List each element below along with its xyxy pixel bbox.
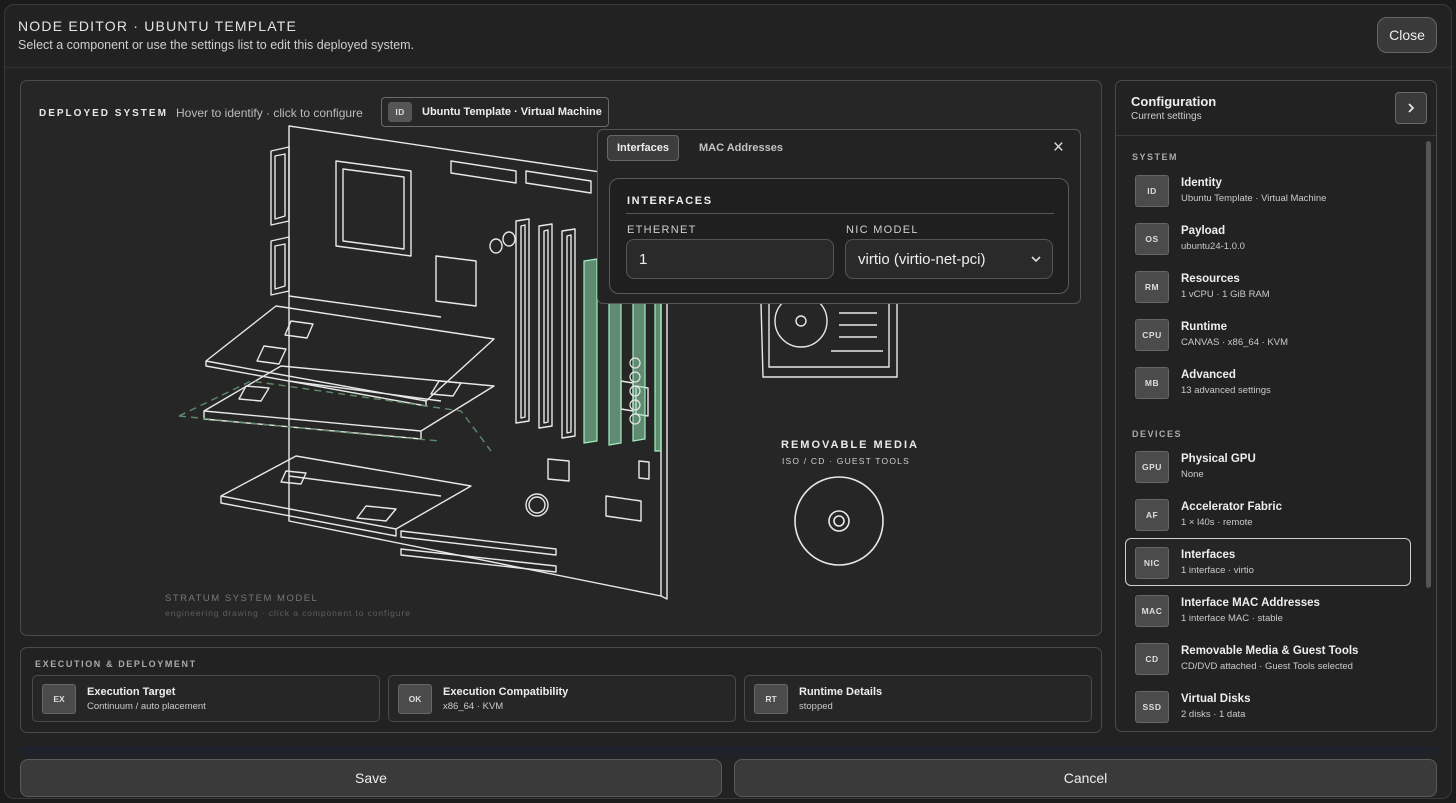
item-tag: RM <box>1135 271 1169 303</box>
card-summary: stopped <box>799 701 833 712</box>
item-summary: 2 disks · 1 data <box>1181 709 1246 720</box>
section-divider <box>626 213 1054 214</box>
serial-port-icon <box>270 146 290 226</box>
close-icon[interactable]: × <box>1053 138 1064 158</box>
item-summary: None <box>1181 469 1204 480</box>
chevron-right-icon <box>1408 103 1415 113</box>
item-tag: CD <box>1135 643 1169 675</box>
nic-model-value: virtio (virtio-net-pci) <box>858 250 986 268</box>
execution-deployment-panel: EXECUTION & DEPLOYMENT EX Execution Targ… <box>20 647 1102 733</box>
item-title: Payload <box>1181 225 1226 237</box>
card-title: Execution Target <box>87 686 176 698</box>
item-summary: 1 vCPU · 1 GiB RAM <box>1181 289 1270 300</box>
item-title: Resources <box>1181 273 1240 285</box>
item-tag: CPU <box>1135 319 1169 351</box>
item-tag: ID <box>1135 175 1169 207</box>
nic-component-highlight <box>583 258 598 444</box>
nic-model-label: NIC MODEL <box>846 224 919 236</box>
item-summary: CANVAS · x86_64 · KVM <box>1181 337 1289 348</box>
item-summary: 1 interface MAC · stable <box>1181 613 1283 624</box>
item-tag: OS <box>1135 223 1169 255</box>
item-summary: ubuntu24-1.0.0 <box>1181 241 1245 252</box>
item-summary: 1 interface · virtio <box>1181 565 1254 576</box>
card-title: Execution Compatibility <box>443 686 569 698</box>
ethernet-label: ETHERNET <box>627 224 697 236</box>
card-tag: OK <box>398 684 432 714</box>
item-tag: NIC <box>1135 547 1169 579</box>
interfaces-form: INTERFACES ETHERNET 1 NIC MODEL virtio (… <box>609 178 1069 294</box>
item-title: Identity <box>1181 177 1222 189</box>
item-tag: GPU <box>1135 451 1169 483</box>
settings-item-accelerator-fabric[interactable]: AF Accelerator Fabric 1 × l40s · remote <box>1125 490 1411 538</box>
item-tag: SSD <box>1135 691 1169 723</box>
section-label-devices: DEVICES <box>1132 429 1183 439</box>
item-title: Advanced <box>1181 369 1236 381</box>
item-tag: AF <box>1135 499 1169 531</box>
item-title: Removable Media & Guest Tools <box>1181 645 1359 657</box>
tab-interfaces[interactable]: Interfaces <box>607 135 679 161</box>
chipset <box>435 255 477 307</box>
cpu-socket <box>335 160 412 257</box>
settings-item-interfaces[interactable]: NIC Interfaces 1 interface · virtio <box>1125 538 1411 586</box>
item-title: Physical GPU <box>1181 453 1256 465</box>
card-summary: x86_64 · KVM <box>443 701 504 712</box>
item-title: Accelerator Fabric <box>1181 501 1282 513</box>
configuration-title: Configuration <box>1131 94 1217 109</box>
settings-item-resources[interactable]: RM Resources 1 vCPU · 1 GiB RAM <box>1125 262 1411 310</box>
model-label: STRATUM SYSTEM MODEL <box>165 593 319 604</box>
execution-compatibility-card[interactable]: OK Execution Compatibility x86_64 · KVM <box>388 675 736 722</box>
window-title: NODE EDITOR · UBUNTU TEMPLATE <box>18 18 298 34</box>
node-editor-window: NODE EDITOR · UBUNTU TEMPLATE Select a c… <box>4 4 1452 799</box>
settings-item-identity[interactable]: ID Identity Ubuntu Template · Virtual Ma… <box>1125 166 1411 214</box>
configuration-divider <box>1116 135 1436 136</box>
interfaces-popover: Interfaces MAC Addresses × INTERFACES ET… <box>597 129 1081 304</box>
interfaces-section-title: INTERFACES <box>627 195 713 207</box>
configuration-scrollbar[interactable] <box>1426 141 1431 588</box>
model-sublabel: engineering drawing · click a component … <box>165 608 411 618</box>
tab-mac-addresses[interactable]: MAC Addresses <box>690 135 792 161</box>
close-button[interactable]: Close <box>1377 17 1437 53</box>
configuration-subtitle: Current settings <box>1131 111 1202 122</box>
item-title: Interface MAC Addresses <box>1181 597 1320 609</box>
item-summary: CD/DVD attached · Guest Tools selected <box>1181 661 1353 672</box>
runtime-details-card[interactable]: RT Runtime Details stopped <box>744 675 1092 722</box>
header-divider <box>5 67 1451 68</box>
card-tag: EX <box>42 684 76 714</box>
cancel-button[interactable]: Cancel <box>734 759 1437 797</box>
ram-slot <box>515 218 530 424</box>
settings-item-virtual-disks[interactable]: SSD Virtual Disks 2 disks · 1 data <box>1125 682 1411 730</box>
card-tag: RT <box>754 684 788 714</box>
removable-media-title[interactable]: REMOVABLE MEDIA <box>781 439 919 451</box>
section-label-system: SYSTEM <box>1132 152 1179 162</box>
card-summary: Continuum / auto placement <box>87 701 206 712</box>
nic-model-select[interactable]: virtio (virtio-net-pci) <box>845 239 1053 279</box>
panel-next-button[interactable] <box>1395 92 1427 124</box>
settings-item-advanced[interactable]: MB Advanced 13 advanced settings <box>1125 358 1411 406</box>
card-title: Runtime Details <box>799 686 883 698</box>
item-title: Interfaces <box>1181 549 1236 561</box>
disk-drawing <box>760 294 898 378</box>
item-summary: Ubuntu Template · Virtual Machine <box>1181 193 1327 204</box>
settings-item-mac-addresses[interactable]: MAC Interface MAC Addresses 1 interface … <box>1125 586 1411 634</box>
window-subtitle: Select a component or use the settings l… <box>18 38 415 52</box>
execution-target-card[interactable]: EX Execution Target Continuum / auto pla… <box>32 675 380 722</box>
item-tag: MAC <box>1135 595 1169 627</box>
item-title: Virtual Disks <box>1181 693 1251 705</box>
cd-disc-icon <box>794 476 884 566</box>
ethernet-count-input[interactable]: 1 <box>626 239 834 279</box>
execution-title: EXECUTION & DEPLOYMENT <box>35 659 197 669</box>
removable-media-sub: ISO / CD · GUEST TOOLS <box>782 456 910 466</box>
settings-item-payload[interactable]: OS Payload ubuntu24-1.0.0 <box>1125 214 1411 262</box>
settings-item-removable-media[interactable]: CD Removable Media & Guest Tools CD/DVD … <box>1125 634 1411 682</box>
item-tag: MB <box>1135 367 1169 399</box>
save-button[interactable]: Save <box>20 759 722 797</box>
settings-item-physical-gpu[interactable]: GPU Physical GPU None <box>1125 442 1411 490</box>
item-summary: 1 × l40s · remote <box>1181 517 1253 528</box>
item-title: Runtime <box>1181 321 1227 333</box>
configuration-panel: Configuration Current settings SYSTEM ID… <box>1115 80 1437 732</box>
item-summary: 13 advanced settings <box>1181 385 1271 396</box>
chevron-down-icon <box>1031 256 1041 263</box>
settings-item-runtime[interactable]: CPU Runtime CANVAS · x86_64 · KVM <box>1125 310 1411 358</box>
